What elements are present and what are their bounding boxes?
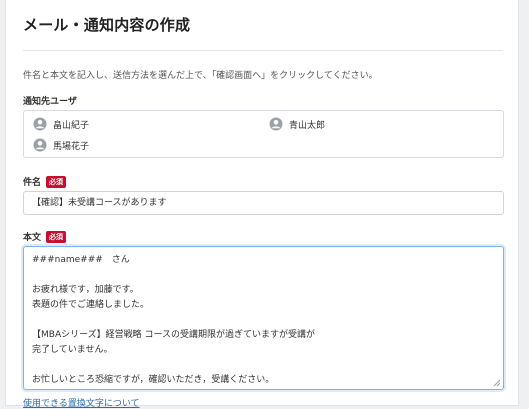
body-line: お忙しいところ恐縮ですが，確認いただき，受講ください。: [32, 375, 275, 385]
instruction-text: 件名と本文を記入し、送信方法を選んだ上で、「確認画面へ」をクリックしてください。: [23, 71, 378, 81]
body-label: 本文 必須: [23, 230, 67, 243]
title-divider: [23, 50, 503, 51]
required-badge: 必須: [46, 176, 67, 188]
recipient-name: 畠山紀子: [53, 120, 90, 131]
resize-grip-icon[interactable]: [493, 379, 501, 387]
recipient-name: 青山太郎: [289, 120, 326, 131]
recipients-label: 通知先ユーザ: [23, 97, 77, 107]
recipients-box: 畠山紀子 青山太郎 馬場花子: [23, 110, 504, 158]
body-line: ###name### さん: [32, 255, 130, 265]
body-line: [32, 313, 495, 328]
user-avatar-icon: [33, 138, 47, 152]
body-line: お疲れ様です，加藤です。: [32, 285, 139, 295]
required-badge: 必須: [46, 231, 67, 243]
body-line: 【MBAシリーズ】経営戦略 コースの受講期限が過ぎていますが受講が: [32, 330, 316, 340]
body-line: [32, 358, 495, 373]
recipient-item[interactable]: 青山太郎: [269, 117, 325, 131]
user-avatar-icon: [269, 117, 283, 131]
mail-compose-panel: メール・通知内容の作成 件名と本文を記入し、送信方法を選んだ上で、「確認画面へ」…: [5, 0, 519, 409]
body-label-text: 本文: [23, 233, 42, 243]
recipient-item[interactable]: 畠山紀子: [33, 117, 89, 131]
body-line: [32, 268, 495, 283]
body-line: 表題の件でご連絡しました。: [32, 300, 150, 310]
recipient-name: 馬場花子: [53, 141, 90, 152]
recipient-item[interactable]: 馬場花子: [33, 138, 89, 152]
body-textarea[interactable]: ###name### さん お疲れ様です，加藤です。 表題の件でご連絡しました。…: [23, 246, 504, 390]
subject-input[interactable]: 【確認】未受講コースがあります: [23, 191, 504, 215]
replacement-chars-help-link[interactable]: 使用できる置換文字について: [23, 396, 140, 409]
user-avatar-icon: [33, 117, 47, 131]
page-title: メール・通知内容の作成: [23, 16, 191, 34]
body-line: 完了していません。: [32, 345, 113, 355]
subject-label: 件名 必須: [23, 175, 67, 188]
subject-label-text: 件名: [23, 178, 42, 188]
